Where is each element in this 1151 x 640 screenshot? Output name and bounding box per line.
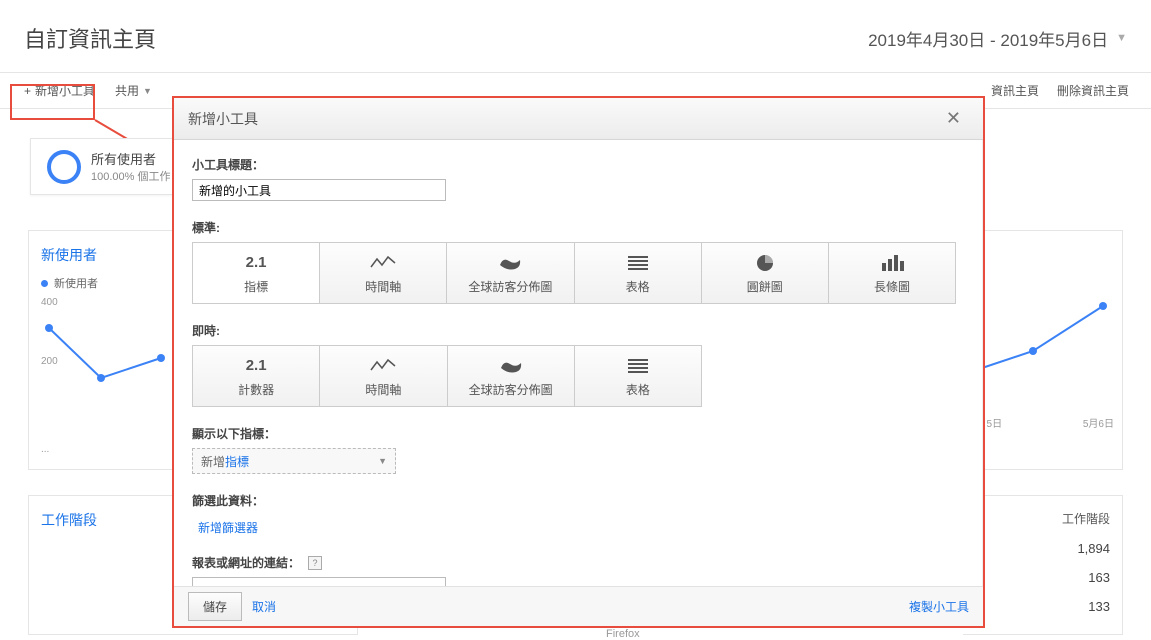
type-label: 時間軸 <box>365 381 401 398</box>
counter-number-icon: 2.1 <box>246 357 267 374</box>
clone-widget-link[interactable]: 複製小工具 <box>909 598 969 615</box>
metric-prefix: 新增 <box>201 455 225 469</box>
widget-right-chart-fragment: 5月5日 5月6日 <box>963 230 1123 470</box>
label-show-metric: 顯示以下指標： <box>192 425 964 442</box>
timeline-icon <box>370 355 396 377</box>
type-label: 圓餅圖 <box>747 278 783 295</box>
save-button[interactable]: 儲存 <box>188 592 242 621</box>
modal-header: 新增小工具 ✕ <box>174 98 983 140</box>
widget-title-input[interactable] <box>192 179 446 201</box>
geomap-icon <box>497 252 523 274</box>
sessions-value-2: 163 <box>975 570 1110 585</box>
y-tick-200-inner: 200 <box>41 356 58 367</box>
modal-title: 新增小工具 <box>188 109 258 129</box>
sessions-col-header: 工作階段 <box>975 510 1110 527</box>
type-geomap[interactable]: 全球訪客分佈圖 <box>447 243 574 303</box>
metric-number-icon: 2.1 <box>246 254 267 271</box>
segment-title: 所有使用者 <box>91 149 170 168</box>
pie-icon <box>752 252 778 274</box>
timeline-icon <box>370 252 396 274</box>
add-widget-modal: 新增小工具 ✕ 小工具標題： 標準: 2.1 指標 時間軸 <box>172 96 985 628</box>
type-geomap-rt[interactable]: 全球訪客分佈圖 <box>448 346 575 406</box>
modal-footer: 儲存 取消 複製小工具 <box>174 586 983 626</box>
segment-all-users[interactable]: 所有使用者 100.00% 個工作 <box>30 138 187 195</box>
page-title: 自訂資訊主頁 <box>24 22 156 54</box>
type-pie[interactable]: 圓餅圖 <box>702 243 829 303</box>
add-filter-link[interactable]: 新增篩選器 <box>198 519 258 536</box>
standard-type-grid: 2.1 指標 時間軸 全球訪客分佈圖 <box>192 242 956 304</box>
sessions-value-1: 1,894 <box>975 541 1110 556</box>
type-label: 長條圖 <box>874 278 910 295</box>
circle-icon <box>47 150 81 184</box>
chevron-down-icon: ▼ <box>143 86 152 96</box>
type-timeline-rt[interactable]: 時間軸 <box>320 346 447 406</box>
line-chart <box>963 291 1113 411</box>
share-button[interactable]: 共用 ▼ <box>105 72 162 109</box>
type-table[interactable]: 表格 <box>575 243 702 303</box>
type-counter[interactable]: 2.1 計數器 <box>193 346 320 406</box>
label-link: 報表或網址的連結： <box>192 554 300 571</box>
type-bar[interactable]: 長條圖 <box>829 243 955 303</box>
share-label: 共用 <box>115 82 139 99</box>
widget-sessions-values: 工作階段 1,894 163 133 <box>963 495 1123 635</box>
bar-icon <box>879 252 905 274</box>
delete-dashboard-link[interactable]: 刪除資訊主頁 <box>1057 82 1129 99</box>
legend-dot-icon <box>41 280 48 287</box>
add-metric-select[interactable]: 新增指標 ▼ <box>192 448 396 474</box>
browser-label: Firefox <box>606 628 640 640</box>
legend-label: 新使用者 <box>54 275 98 291</box>
add-widget-label: 新增小工具 <box>35 82 95 99</box>
label-filter: 篩選此資料： <box>192 492 964 509</box>
type-table-rt[interactable]: 表格 <box>575 346 701 406</box>
report-link-input[interactable] <box>192 577 446 586</box>
type-label: 表格 <box>626 278 650 295</box>
type-label: 指標 <box>244 278 268 295</box>
type-label: 計數器 <box>238 381 274 398</box>
chevron-down-icon: ▼ <box>378 456 387 466</box>
dashboard-link[interactable]: 資訊主頁 <box>991 82 1039 99</box>
type-label: 時間軸 <box>365 278 401 295</box>
type-label: 全球訪客分佈圖 <box>468 278 552 295</box>
type-label: 全球訪客分佈圖 <box>469 381 553 398</box>
segment-sub: 100.00% 個工作 <box>91 168 170 184</box>
realtime-type-grid: 2.1 計數器 時間軸 全球訪客分佈圖 <box>192 345 702 407</box>
close-icon[interactable]: ✕ <box>938 104 969 133</box>
date-range-picker[interactable]: 2019年4月30日 - 2019年5月6日 ▼ <box>868 26 1127 51</box>
sessions-value-3: 133 <box>975 599 1110 614</box>
label-standard: 標準: <box>192 219 964 236</box>
table-icon <box>625 355 651 377</box>
type-metric[interactable]: 2.1 指標 <box>193 243 320 303</box>
add-widget-button[interactable]: + 新增小工具 <box>14 72 105 109</box>
metric-blue: 指標 <box>225 455 249 469</box>
cancel-button[interactable]: 取消 <box>252 598 276 615</box>
x-tick-dots: ... <box>41 444 49 459</box>
table-icon <box>625 252 651 274</box>
help-icon[interactable]: ? <box>308 556 322 570</box>
chevron-down-icon: ▼ <box>1116 32 1127 44</box>
x-tick-may6: 5月6日 <box>1083 415 1114 430</box>
label-widget-title: 小工具標題： <box>192 156 964 173</box>
label-realtime: 即時: <box>192 322 964 339</box>
geomap-icon <box>498 355 524 377</box>
type-label: 表格 <box>626 381 650 398</box>
plus-icon: + <box>24 84 31 98</box>
type-timeline[interactable]: 時間軸 <box>320 243 447 303</box>
date-range-text: 2019年4月30日 - 2019年5月6日 <box>868 26 1108 51</box>
